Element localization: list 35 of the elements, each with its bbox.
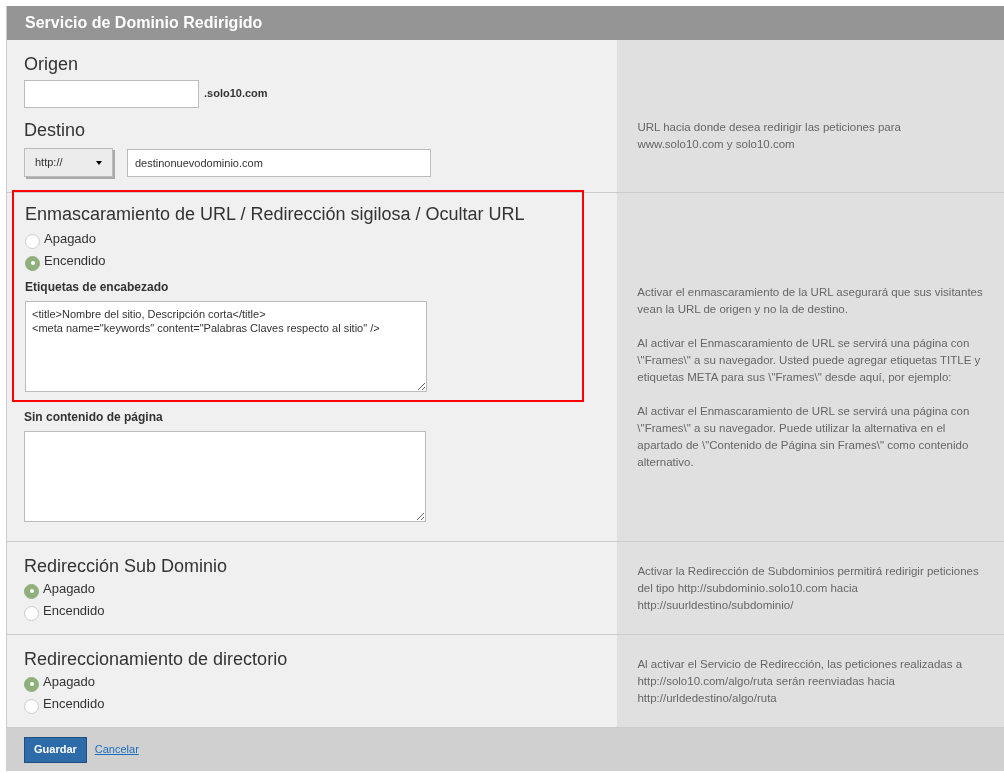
help-text: URL hacia donde desea redirigir las peticiones para www.solo10.com y solo10.com: [637, 120, 902, 152]
help-text: Al activar el Enmascaramiento de URL se servirá una página con \"Frames\" a su navegador. Usted puede agregar etiquetas TITLE y etiquetas META para sus \"Frames\" desde aquí, por ejemplo:: [637, 335, 982, 385]
help-text: Activar la Redirección de Subdominios permitirá redirigir peticiones del tipo http://subdominio.solo10.com hacia http://suurldestino/subdominio/: [637, 563, 980, 613]
header-tags-textarea[interactable]: <title>Nombre del sitio, Descripción corta</title> <meta name="keywords" content="Palabras Claves respecto al sitio" />: [25, 301, 427, 392]
radio-label: Encendido: [43, 602, 105, 621]
radio-button[interactable]: [24, 698, 39, 714]
radio-label: Apagado: [43, 580, 96, 599]
section-heading: Enmascaramiento de URL / Redirección sigilosa / Ocultar URL: [25, 203, 526, 226]
caret-icon: [96, 160, 102, 165]
radio-button[interactable]: [24, 676, 39, 692]
panel-header: Servicio de Dominio Redirigido: [7, 6, 1004, 40]
section-heading: Origen: [24, 53, 80, 76]
domain-suffix: .solo10.com: [204, 85, 268, 101]
page-content-textarea[interactable]: [24, 431, 426, 522]
cancel-link[interactable]: Cancelar: [94, 741, 139, 758]
radio-label: Encendido: [44, 252, 106, 271]
protocol-select[interactable]: http://: [24, 148, 113, 177]
origin-input[interactable]: [24, 80, 199, 108]
radio-label: Encendido: [43, 695, 105, 714]
radio-label: Apagado: [43, 673, 96, 692]
help-text: Al activar el Servicio de Redirección, las peticiones realizadas a http://solo10.com/algo/ruta serán reenviadas hacia http://urldedestino/algo/ruta: [637, 656, 964, 706]
radio-button[interactable]: [25, 255, 40, 271]
help-text: Activar el enmascaramiento de la URL asegurará que sus visitantes vean la URL de origen y no la de destino.: [637, 284, 984, 317]
radio-button[interactable]: [24, 605, 39, 621]
field-label: Etiquetas de encabezado: [25, 279, 170, 296]
field-label: Sin contenido de página: [24, 409, 164, 426]
radio-button[interactable]: [25, 233, 40, 249]
section-heading: Redirección Sub Dominio: [24, 555, 229, 578]
section-heading: Destino: [24, 119, 87, 142]
radio-button[interactable]: [24, 583, 39, 599]
section-heading: Redireccionamiento de directorio: [24, 648, 289, 671]
save-button[interactable]: Guardar: [24, 736, 87, 763]
radio-label: Apagado: [44, 230, 97, 249]
destination-input[interactable]: destinonuevodominio.com: [127, 148, 431, 177]
help-text: Al activar el Enmascaramiento de URL se servirá una página con \"Frames\" a su navegador. Puede utilizar la alternativa en el apartado de \"Contenido de Página sin Frames\" como contenido alternativo.: [637, 403, 971, 470]
